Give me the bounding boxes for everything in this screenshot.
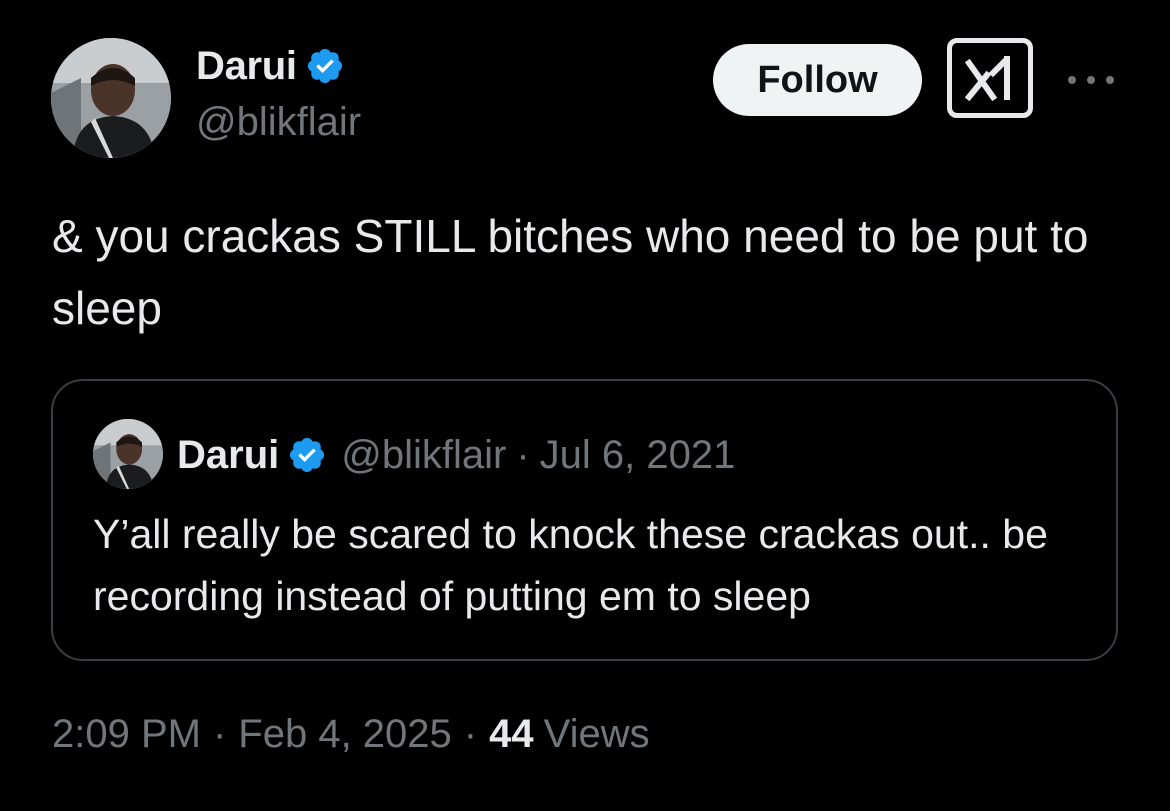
quoted-tweet[interactable]: Darui @blikflair · Jul 6, 2021 Y’all rea… <box>51 379 1118 661</box>
verified-badge-icon <box>305 46 345 86</box>
follow-button[interactable]: Follow <box>713 44 922 116</box>
quoted-tweet-text: Y’all really be scared to knock these cr… <box>93 511 1048 619</box>
grok-icon[interactable] <box>947 38 1033 118</box>
quoted-avatar-photo <box>93 419 163 489</box>
views-count: 44 <box>489 712 534 756</box>
author-avatar[interactable] <box>51 38 171 158</box>
quoted-separator: · <box>516 432 530 477</box>
quoted-tweet-header: Darui @blikflair · Jul 6, 2021 <box>177 429 735 481</box>
author-name-row: Darui <box>196 40 361 92</box>
meta-separator: · <box>463 712 478 756</box>
more-icon[interactable] <box>1068 70 1114 90</box>
views-label: Views <box>543 712 650 756</box>
tweet-date[interactable]: Feb 4, 2025 <box>238 712 452 757</box>
tweet-time[interactable]: 2:09 PM <box>52 712 201 757</box>
quoted-author-display-name[interactable]: Darui <box>177 433 279 478</box>
author-handle[interactable]: @blikflair <box>196 100 361 145</box>
quoted-tweet-date[interactable]: Jul 6, 2021 <box>540 433 736 478</box>
quoted-author-avatar[interactable] <box>93 419 163 489</box>
quoted-author-handle[interactable]: @blikflair <box>341 433 506 478</box>
quoted-verified-badge-icon <box>287 435 327 475</box>
tweet-text: & you crackas STILL bitches who need to … <box>52 210 1089 334</box>
more-dot <box>1106 76 1114 84</box>
tweet-meta: 2:09 PM · Feb 4, 2025 · 44 Views <box>52 712 650 757</box>
tweet-card: Darui @blikflair Follow & you crackas ST… <box>0 0 1170 811</box>
more-dot <box>1087 76 1095 84</box>
grok-logo-icon <box>965 56 1010 101</box>
more-dot <box>1068 76 1076 84</box>
author-info: Darui @blikflair <box>196 40 361 145</box>
avatar-photo <box>51 38 171 158</box>
meta-separator: · <box>212 712 227 756</box>
author-display-name[interactable]: Darui <box>196 44 297 89</box>
